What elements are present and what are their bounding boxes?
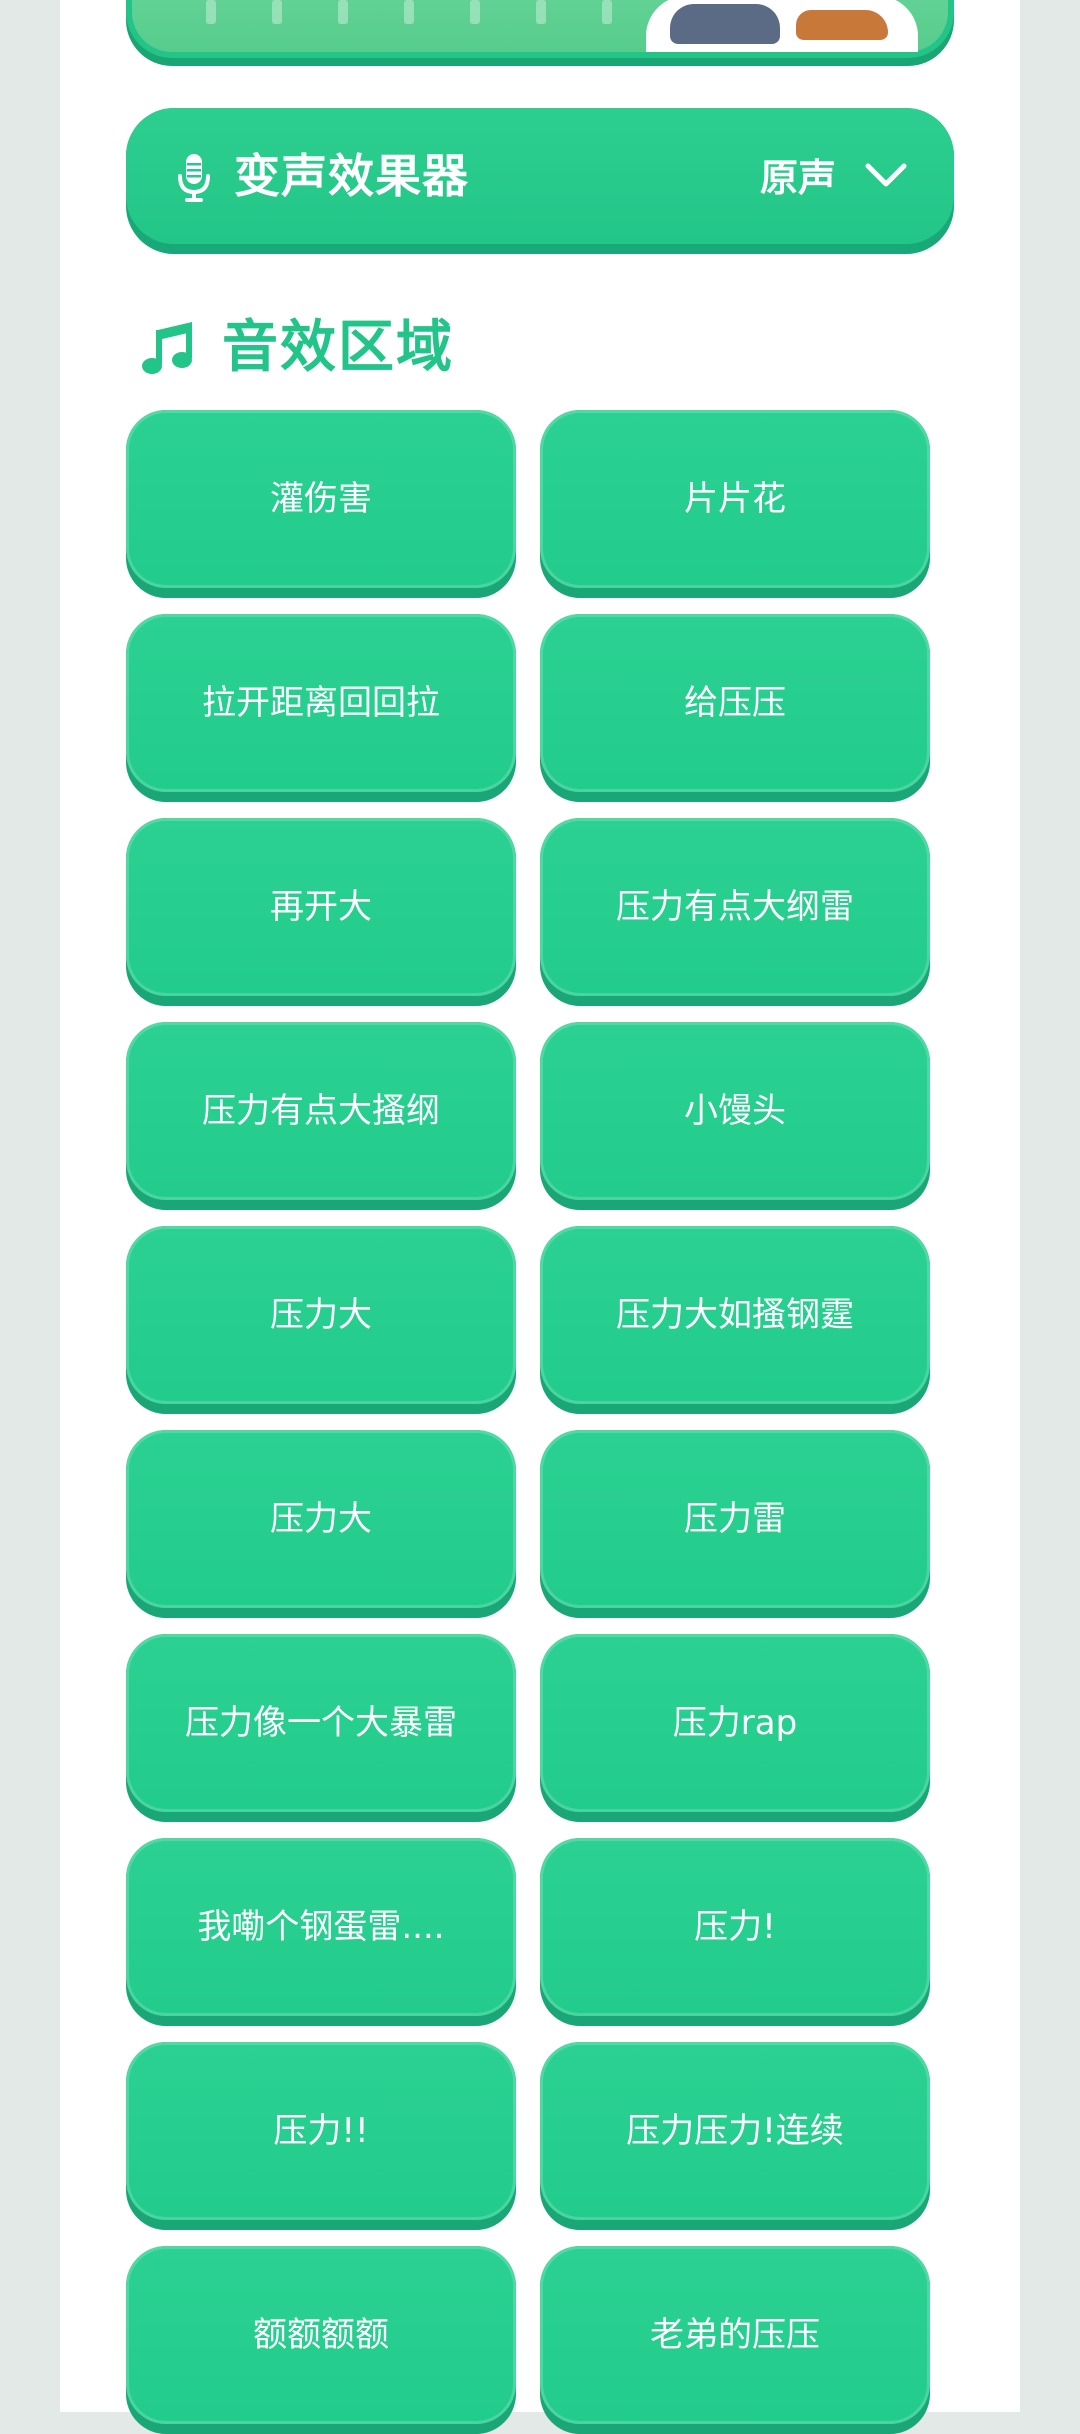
sound-button-face: 压力! [540, 1838, 930, 2016]
sound-button[interactable]: 压力像一个大暴雷 [126, 1634, 516, 1822]
sound-button-label: 压力大 [270, 1499, 372, 1539]
sound-button-label: 压力有点大搔纲 [202, 1091, 440, 1131]
sound-button-face: 额额额额 [126, 2246, 516, 2424]
sound-button-label: 压力有点大纲雷 [616, 887, 854, 927]
sound-button-face: 我嘞个钢蛋雷.... [126, 1838, 516, 2016]
sound-button-label: 压力压力!连续 [626, 2111, 844, 2151]
sound-button-label: 给压压 [684, 683, 786, 723]
sound-button[interactable]: 压力rap [540, 1634, 930, 1822]
sound-button-face: 灌伤害 [126, 410, 516, 588]
sound-button[interactable]: 片片花 [540, 410, 930, 598]
sound-button[interactable]: 老弟的压压 [540, 2246, 930, 2434]
character-body [670, 4, 780, 44]
sound-button-face: 压力大 [126, 1226, 516, 1404]
sound-button-label: 我嘞个钢蛋雷.... [197, 1907, 445, 1947]
banner-decoration [272, 0, 282, 24]
sound-button[interactable]: 我嘞个钢蛋雷.... [126, 1838, 516, 2026]
sound-button[interactable]: 灌伤害 [126, 410, 516, 598]
sound-button[interactable]: 拉开距离回回拉 [126, 614, 516, 802]
sound-button[interactable]: 压力有点大搔纲 [126, 1022, 516, 1210]
sound-button-label: 拉开距离回回拉 [202, 683, 440, 723]
sound-button-face: 再开大 [126, 818, 516, 996]
sound-button-face: 压力大如搔钢霆 [540, 1226, 930, 1404]
sound-button[interactable]: 再开大 [126, 818, 516, 1006]
sound-button-label: 压力rap [672, 1703, 798, 1743]
sound-button[interactable]: 压力!! [126, 2042, 516, 2230]
sound-button-face: 拉开距离回回拉 [126, 614, 516, 792]
voice-changer-selected-value: 原声 [759, 156, 836, 200]
sound-button[interactable]: 给压压 [540, 614, 930, 802]
banner-decoration [338, 0, 348, 24]
sound-button-label: 小馒头 [684, 1091, 786, 1131]
voice-changer-dropdown[interactable]: 变声效果器 原声 [126, 108, 954, 254]
banner-decoration [536, 0, 546, 24]
chevron-down-icon [865, 163, 907, 187]
sound-button-face: 给压压 [540, 614, 930, 792]
banner-decoration [206, 0, 216, 24]
sound-button-face: 小馒头 [540, 1022, 930, 1200]
banner-decoration [602, 0, 612, 24]
microphone-icon [178, 154, 210, 202]
sound-button-label: 老弟的压压 [650, 2315, 820, 2355]
sound-button[interactable]: 压力有点大纲雷 [540, 818, 930, 1006]
sound-button[interactable]: 额额额额 [126, 2246, 516, 2434]
sound-button[interactable]: 压力! [540, 1838, 930, 2026]
sound-button-face: 压力有点大搔纲 [126, 1022, 516, 1200]
sound-button-face: 片片花 [540, 410, 930, 588]
sound-button[interactable]: 压力雷 [540, 1430, 930, 1618]
banner-background [132, 0, 948, 52]
sound-button-label: 压力大 [270, 1295, 372, 1335]
sound-button-label: 片片花 [684, 479, 786, 519]
sound-button-label: 灌伤害 [270, 479, 372, 519]
sound-button-face: 老弟的压压 [540, 2246, 930, 2424]
sound-button-face: 压力有点大纲雷 [540, 818, 930, 996]
character-foot [796, 10, 888, 40]
sound-button-label: 额额额额 [253, 2315, 389, 2355]
sound-button-label: 压力! [694, 1907, 776, 1947]
voice-changer-face: 变声效果器 原声 [126, 108, 954, 244]
sound-button[interactable]: 压力大 [126, 1226, 516, 1414]
section-title: 音效区域 [222, 315, 454, 380]
banner-decoration [404, 0, 414, 24]
banner-decoration [470, 0, 480, 24]
sound-button[interactable]: 压力大 [126, 1430, 516, 1618]
top-banner [126, 0, 954, 58]
voice-changer-title: 变声效果器 [234, 149, 469, 203]
sound-button-face: 压力rap [540, 1634, 930, 1812]
sound-button[interactable]: 小馒头 [540, 1022, 930, 1210]
sound-button-face: 压力大 [126, 1430, 516, 1608]
sound-button-label: 压力雷 [684, 1499, 786, 1539]
character-illustration [646, 0, 918, 52]
music-note-icon [142, 322, 192, 374]
sound-button[interactable]: 压力压力!连续 [540, 2042, 930, 2230]
sound-button-label: 压力大如搔钢霆 [616, 1295, 854, 1335]
sound-button-face: 压力压力!连续 [540, 2042, 930, 2220]
sound-button[interactable]: 压力大如搔钢霆 [540, 1226, 930, 1414]
sound-button-label: 再开大 [270, 887, 372, 927]
sound-button-face: 压力雷 [540, 1430, 930, 1608]
sound-button-face: 压力!! [126, 2042, 516, 2220]
sound-button-face: 压力像一个大暴雷 [126, 1634, 516, 1812]
sound-button-label: 压力!! [273, 2111, 369, 2151]
sound-button-label: 压力像一个大暴雷 [185, 1703, 457, 1743]
